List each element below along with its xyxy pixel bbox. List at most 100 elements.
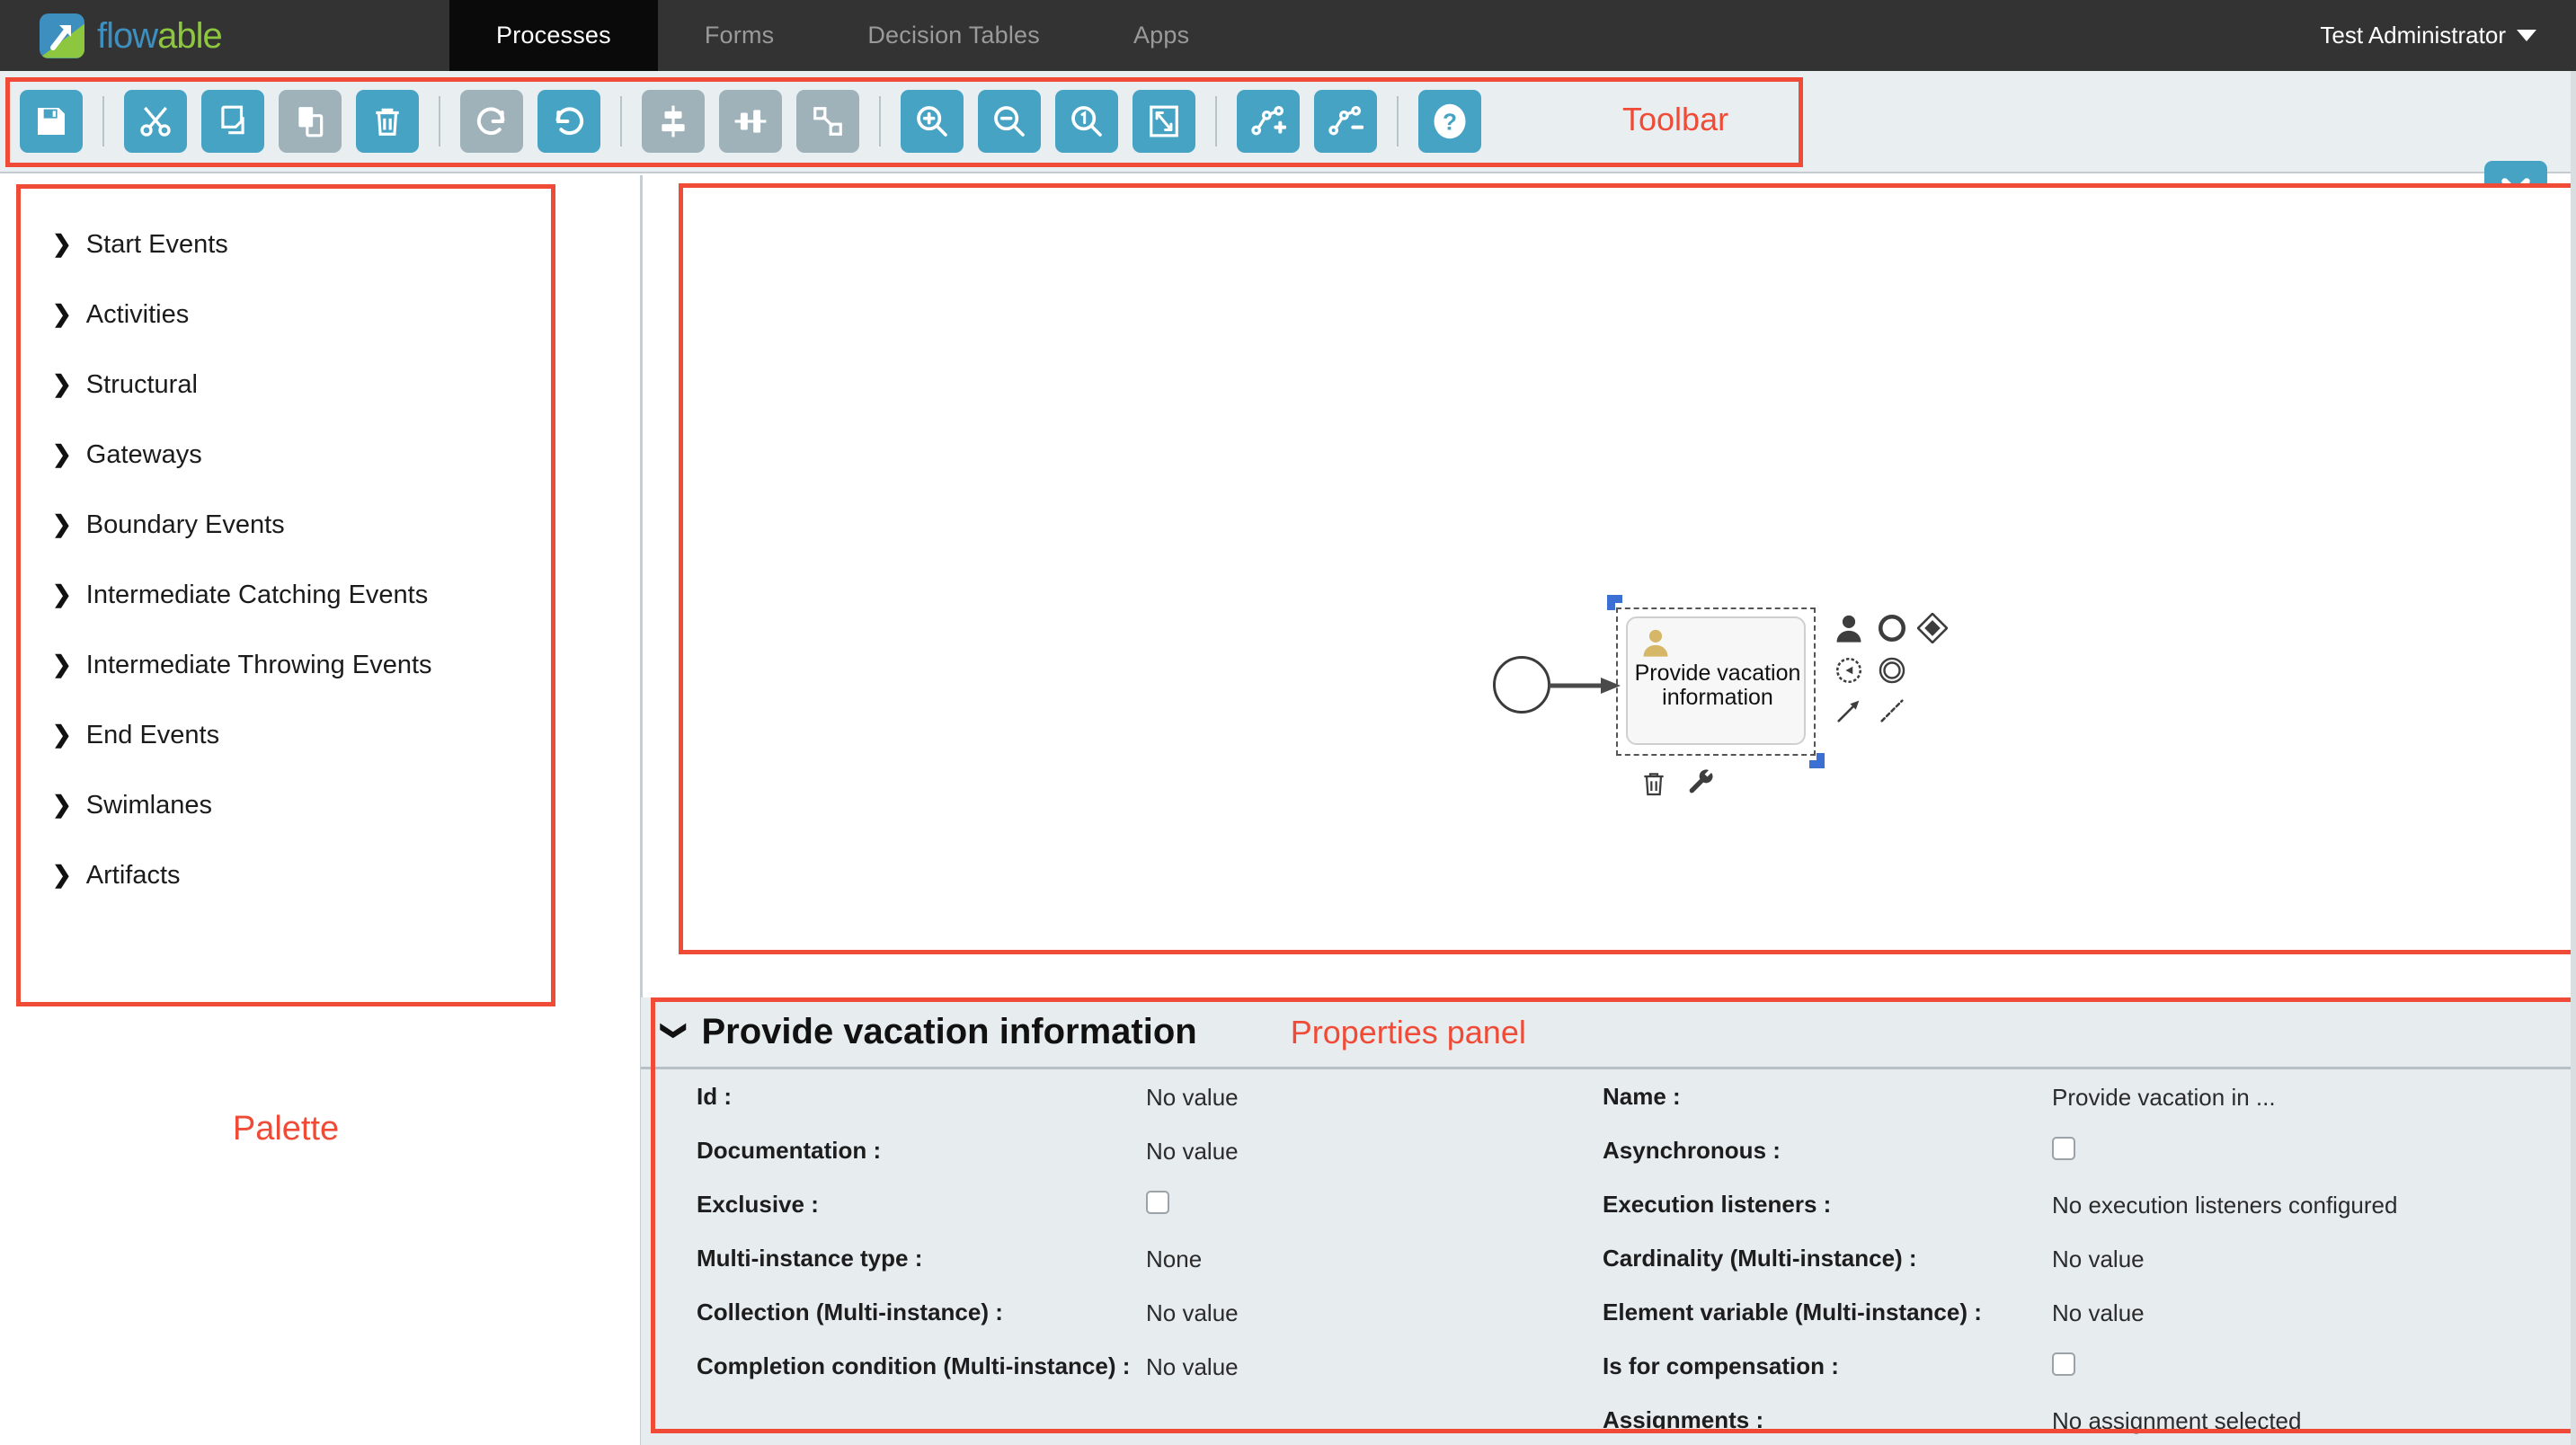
zoom-in-icon <box>917 106 947 137</box>
asynchronous-checkbox[interactable] <box>2052 1137 2075 1160</box>
start-event-shape[interactable] <box>1493 656 1550 714</box>
palette-group-structural[interactable]: ❯ Structural <box>52 350 555 420</box>
property-row-documentation[interactable]: Documentation : No value <box>697 1136 1567 1190</box>
chevron-down-icon <box>2517 30 2536 41</box>
tab-decision-tables[interactable]: Decision Tables <box>821 0 1087 71</box>
sequence-flow-icon[interactable] <box>1834 696 1864 726</box>
end-event-icon[interactable] <box>1877 613 1907 643</box>
chevron-down-icon[interactable]: ❯ <box>662 1020 689 1041</box>
trash-icon[interactable] <box>1639 769 1668 798</box>
selection-handle[interactable] <box>1614 595 1622 603</box>
property-value: No assignment selected <box>2052 1407 2302 1434</box>
zoom-actual-button[interactable] <box>1055 90 1118 153</box>
palette-group-start-events[interactable]: ❯ Start Events <box>52 209 555 279</box>
chevron-right-icon: ❯ <box>52 440 72 467</box>
palette-group-swimlanes[interactable]: ❯ Swimlanes <box>52 770 555 840</box>
property-value: No execution listeners configured <box>2052 1192 2398 1219</box>
user-task-label: Provide vacation information <box>1634 660 1801 710</box>
selection-handle[interactable] <box>1817 753 1825 761</box>
user-task-shape[interactable]: Provide vacation information <box>1626 616 1806 745</box>
palette-group-intermediate-catching-events[interactable]: ❯ Intermediate Catching Events <box>52 560 555 630</box>
palette-group-artifacts[interactable]: ❯ Artifacts <box>52 840 555 910</box>
zoom-out-button[interactable] <box>978 90 1041 153</box>
property-row-id[interactable]: Id : No value <box>697 1082 1567 1136</box>
same-size-button[interactable] <box>796 90 859 153</box>
modeling-canvas[interactable]: Provide vacation information <box>679 183 2576 954</box>
property-row-cardinality[interactable]: Cardinality (Multi-instance) : No value <box>1603 1244 2555 1298</box>
properties-panel-title: Provide vacation information <box>701 1012 1197 1051</box>
gateway-event-icon[interactable] <box>1917 613 1948 643</box>
properties-panel-header[interactable]: ❯ Provide vacation information Propertie… <box>641 997 2576 1069</box>
toolbar-separator <box>620 96 622 146</box>
chevron-right-icon: ❯ <box>52 791 72 818</box>
property-row-is-for-compensation[interactable]: Is for compensation : <box>1603 1352 2555 1405</box>
sequence-flow-connector[interactable] <box>1549 674 1626 697</box>
wrench-icon[interactable] <box>1687 769 1716 798</box>
chevron-right-icon: ❯ <box>52 861 72 888</box>
align-vertical-icon <box>662 105 685 137</box>
annotation-toolbar-label: Toolbar <box>1622 101 1729 137</box>
flowable-modeler-window: flowable Processes Forms Decision Tables… <box>0 0 2576 1445</box>
svg-text:?: ? <box>1443 109 1457 136</box>
remove-bendpoint-button[interactable] <box>1314 90 1377 153</box>
zoom-in-button[interactable] <box>901 90 964 153</box>
palette-group-end-events[interactable]: ❯ End Events <box>52 700 555 770</box>
paste-button[interactable] <box>279 90 342 153</box>
palette-group-label: End Events <box>85 720 220 749</box>
tab-apps[interactable]: Apps <box>1087 0 1236 71</box>
exclusive-checkbox[interactable] <box>1146 1191 1169 1214</box>
scissors-icon <box>140 106 171 137</box>
property-row-collection[interactable]: Collection (Multi-instance) : No value <box>697 1298 1567 1352</box>
save-button[interactable] <box>20 90 83 153</box>
redo-button[interactable] <box>460 90 523 153</box>
property-row-asynchronous[interactable]: Asynchronous : <box>1603 1136 2555 1190</box>
tab-processes[interactable]: Processes <box>449 0 658 86</box>
property-value: None <box>1146 1246 1203 1272</box>
property-row-name[interactable]: Name : Provide vacation in ... <box>1603 1082 2555 1136</box>
properties-column-right: Name : Provide vacation in ... Asynchron… <box>1567 1082 2555 1445</box>
property-value: No value <box>1146 1353 1239 1380</box>
property-row-execution-listeners[interactable]: Execution listeners : No execution liste… <box>1603 1190 2555 1244</box>
is-for-compensation-checkbox[interactable] <box>2052 1352 2075 1376</box>
property-row-completion-condition[interactable]: Completion condition (Multi-instance) : … <box>697 1352 1567 1405</box>
property-key: Collection (Multi-instance) : <box>697 1299 1003 1325</box>
user-menu-label: Test Administrator <box>2320 22 2506 49</box>
zoom-out-icon <box>994 106 1025 137</box>
palette-group-boundary-events[interactable]: ❯ Boundary Events <box>52 490 555 560</box>
chevron-right-icon: ❯ <box>52 230 72 257</box>
selection-handle[interactable] <box>1809 760 1817 768</box>
editor-toolbar: ? <box>0 71 2576 224</box>
palette-group-gateways[interactable]: ❯ Gateways <box>52 420 555 490</box>
intermediate-event-icon[interactable] <box>1877 655 1907 686</box>
selection-handle[interactable] <box>1607 602 1615 610</box>
copy-icon <box>221 105 244 135</box>
tab-decision-tables-label: Decision Tables <box>867 22 1040 49</box>
tab-forms[interactable]: Forms <box>658 0 822 71</box>
boundary-timer-event-icon[interactable] <box>1834 655 1864 686</box>
property-row-exclusive[interactable]: Exclusive : <box>697 1190 1567 1244</box>
help-button[interactable]: ? <box>1418 90 1481 153</box>
palette-group-intermediate-throwing-events[interactable]: ❯ Intermediate Throwing Events <box>52 630 555 700</box>
align-vertical-button[interactable] <box>642 90 705 153</box>
align-horizontal-button[interactable] <box>719 90 782 153</box>
tab-processes-label: Processes <box>496 22 611 49</box>
property-row-multi-instance-type[interactable]: Multi-instance type : None <box>697 1244 1567 1298</box>
add-bendpoint-button[interactable] <box>1237 90 1300 153</box>
undo-button[interactable] <box>537 90 600 153</box>
palette-group-activities[interactable]: ❯ Activities <box>52 279 555 350</box>
brand-logo[interactable]: flowable <box>0 0 449 71</box>
user-task-icon <box>1643 629 1668 657</box>
cut-button[interactable] <box>124 90 187 153</box>
window-scrollbar[interactable] <box>2571 0 2576 1445</box>
user-task-icon[interactable] <box>1834 613 1864 643</box>
chevron-right-icon: ❯ <box>52 510 72 537</box>
association-icon[interactable] <box>1877 696 1907 726</box>
user-menu[interactable]: Test Administrator <box>2320 0 2576 71</box>
property-row-assignments[interactable]: Assignments : No assignment selected <box>1603 1405 2555 1445</box>
property-row-element-variable[interactable]: Element variable (Multi-instance) : No v… <box>1603 1298 2555 1352</box>
selection-handle[interactable] <box>1817 760 1825 768</box>
zoom-fit-button[interactable] <box>1133 90 1195 153</box>
palette-group-label: Artifacts <box>85 860 181 890</box>
copy-button[interactable] <box>201 90 264 153</box>
delete-button[interactable] <box>356 90 419 153</box>
